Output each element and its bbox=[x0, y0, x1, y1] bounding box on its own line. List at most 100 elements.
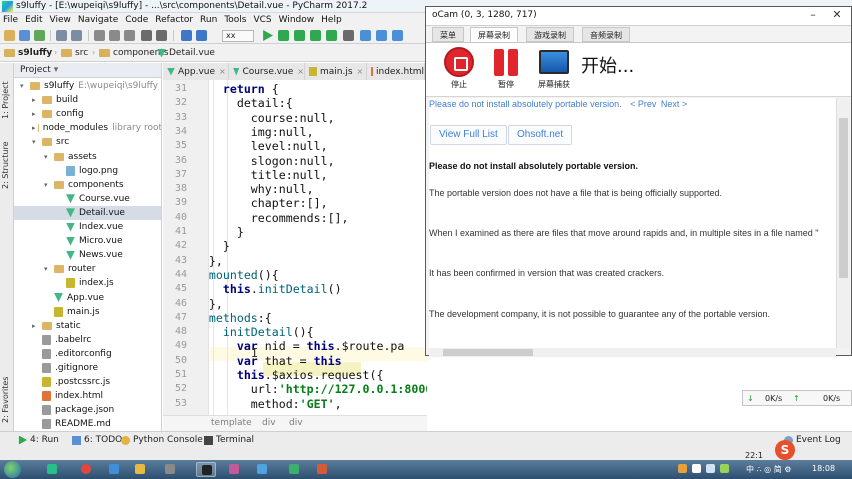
save-icon[interactable] bbox=[19, 30, 30, 41]
tree-item[interactable]: ▸ static bbox=[14, 319, 161, 333]
tab-audio-record[interactable]: 音频录制 bbox=[582, 27, 630, 42]
editor-tab-index-html[interactable]: index.html bbox=[367, 63, 425, 80]
tree-item[interactable]: .editorconfig bbox=[14, 347, 161, 361]
tree-item[interactable]: News.vue bbox=[14, 248, 161, 262]
tab-project[interactable]: 1: Project bbox=[1, 69, 13, 119]
menu-edit[interactable]: Edit bbox=[25, 15, 42, 25]
project-panel-header[interactable]: Project ▾ bbox=[14, 63, 161, 78]
taskbar-app[interactable] bbox=[284, 462, 304, 477]
tray-icon[interactable] bbox=[720, 464, 729, 473]
taskbar-app[interactable] bbox=[224, 462, 244, 477]
caret-position[interactable]: 22:1 bbox=[745, 451, 763, 460]
redo-icon[interactable] bbox=[71, 30, 82, 41]
menu-refactor[interactable]: Refactor bbox=[155, 15, 193, 25]
stop-button[interactable]: 停止 bbox=[439, 47, 479, 90]
taskbar-app[interactable] bbox=[160, 462, 180, 477]
vertical-scrollbar[interactable] bbox=[836, 98, 850, 348]
tree-item[interactable]: .postcssrc.js bbox=[14, 375, 161, 389]
chevron-right-icon[interactable]: ▸ bbox=[32, 124, 36, 132]
terminal-button[interactable]: Terminal bbox=[204, 435, 254, 445]
prev-link[interactable]: < Prev bbox=[630, 99, 656, 109]
notice-link[interactable]: Please do not install absolutely portabl… bbox=[429, 99, 687, 109]
structure-icon[interactable] bbox=[376, 30, 387, 41]
taskbar-cmd[interactable] bbox=[196, 462, 216, 477]
tray-icon[interactable] bbox=[678, 464, 687, 473]
back-icon[interactable] bbox=[181, 30, 192, 41]
next-link[interactable]: Next > bbox=[661, 99, 687, 109]
chevron-right-icon[interactable]: ▸ bbox=[32, 96, 40, 104]
close-icon[interactable]: × bbox=[357, 67, 364, 76]
chevron-down-icon[interactable]: ▾ bbox=[44, 181, 52, 189]
crumb-template[interactable]: template bbox=[211, 418, 252, 428]
menu-navigate[interactable]: Navigate bbox=[78, 15, 118, 25]
screen-capture-button[interactable]: 屏幕捕获 bbox=[534, 47, 574, 90]
menu-run[interactable]: Run bbox=[200, 15, 217, 25]
crumb-div-inner[interactable]: div bbox=[289, 418, 303, 428]
chevron-down-icon[interactable]: ▾ bbox=[44, 153, 52, 161]
sogou-ime-icon[interactable]: S bbox=[775, 440, 795, 460]
debug-icon[interactable] bbox=[278, 30, 289, 41]
menu-view[interactable]: View bbox=[50, 15, 71, 25]
tree-item[interactable]: App.vue bbox=[14, 291, 161, 305]
tab-game-record[interactable]: 游戏录制 bbox=[526, 27, 574, 42]
tree-item[interactable]: ▾ assets bbox=[14, 150, 161, 164]
concurrency-icon[interactable] bbox=[326, 30, 337, 41]
start-button-icon[interactable] bbox=[4, 461, 21, 478]
python-console-button[interactable]: Python Console bbox=[121, 435, 203, 445]
menu-file[interactable]: File bbox=[3, 15, 18, 25]
sync-icon[interactable] bbox=[34, 30, 45, 41]
tree-item[interactable]: README.md bbox=[14, 417, 161, 431]
copy-icon[interactable] bbox=[109, 30, 120, 41]
tree-item[interactable]: index.html bbox=[14, 389, 161, 403]
help-icon[interactable] bbox=[392, 30, 403, 41]
settings-icon[interactable] bbox=[360, 30, 371, 41]
tree-item[interactable]: Micro.vue bbox=[14, 234, 161, 248]
open-icon[interactable] bbox=[4, 30, 15, 41]
tree-item[interactable]: ▾ router bbox=[14, 262, 161, 276]
tray-icon[interactable] bbox=[692, 464, 701, 473]
taskbar-app[interactable] bbox=[252, 462, 272, 477]
tree-item[interactable]: ▸ build bbox=[14, 93, 161, 107]
menu-help[interactable]: Help bbox=[321, 15, 342, 25]
tree-item[interactable]: package.json bbox=[14, 403, 161, 417]
tree-item[interactable]: .gitignore bbox=[14, 361, 161, 375]
menu-window[interactable]: Window bbox=[279, 15, 315, 25]
tab-structure[interactable]: 2: Structure bbox=[1, 129, 13, 189]
cut-icon[interactable] bbox=[94, 30, 105, 41]
crumb-div[interactable]: div bbox=[262, 418, 276, 428]
horizontal-scrollbar[interactable] bbox=[429, 348, 836, 357]
breadcrumb-src[interactable]: src bbox=[61, 47, 88, 59]
menu-vcs[interactable]: VCS bbox=[253, 15, 271, 25]
chevron-right-icon[interactable]: ▸ bbox=[32, 322, 40, 330]
tree-item[interactable]: main.js bbox=[14, 305, 161, 319]
tree-item[interactable]: ▾ s9luffy E:\wupeiqi\s9luffy bbox=[14, 79, 161, 93]
tree-item[interactable]: .babelrc bbox=[14, 333, 161, 347]
chevron-down-icon[interactable]: ▾ bbox=[20, 82, 28, 90]
profile-icon[interactable] bbox=[310, 30, 321, 41]
coverage-icon[interactable] bbox=[294, 30, 305, 41]
paste-icon[interactable] bbox=[124, 30, 135, 41]
tree-item[interactable]: ▸ node_modules library root bbox=[14, 121, 161, 135]
taskbar-pycharm[interactable] bbox=[42, 462, 62, 477]
tree-item[interactable]: Index.vue bbox=[14, 220, 161, 234]
tree-item[interactable]: ▸ config bbox=[14, 107, 161, 121]
todo-tool-button[interactable]: 6: TODO bbox=[72, 435, 122, 445]
tray-icon[interactable] bbox=[706, 464, 715, 473]
tree-item[interactable]: Course.vue bbox=[14, 192, 161, 206]
tab-favorites[interactable]: 2: Favorites bbox=[1, 363, 13, 423]
chevron-down-icon[interactable]: ▾ bbox=[44, 265, 52, 273]
tree-item[interactable]: Detail.vue bbox=[14, 205, 161, 220]
close-icon[interactable]: ✕ bbox=[830, 8, 844, 22]
taskbar-chrome[interactable] bbox=[76, 462, 96, 477]
tree-item[interactable]: ▾ components bbox=[14, 178, 161, 192]
scroll-thumb[interactable] bbox=[443, 349, 533, 356]
menu-code[interactable]: Code bbox=[125, 15, 148, 25]
replace-icon[interactable] bbox=[156, 30, 167, 41]
code-editor[interactable]: 31 32 33 34 35 36 37 38 39 40 41 42 43 44 45 46 47 48 49 50… bbox=[163, 80, 427, 415]
pause-button[interactable]: 暂停 bbox=[486, 47, 526, 90]
undo-icon[interactable] bbox=[56, 30, 67, 41]
run-config-select[interactable]: xx bbox=[222, 30, 254, 42]
taskbar-app[interactable] bbox=[104, 462, 124, 477]
editor-tab-app-vue[interactable]: App.vue × bbox=[163, 63, 229, 80]
stop-process-icon[interactable] bbox=[343, 30, 354, 41]
